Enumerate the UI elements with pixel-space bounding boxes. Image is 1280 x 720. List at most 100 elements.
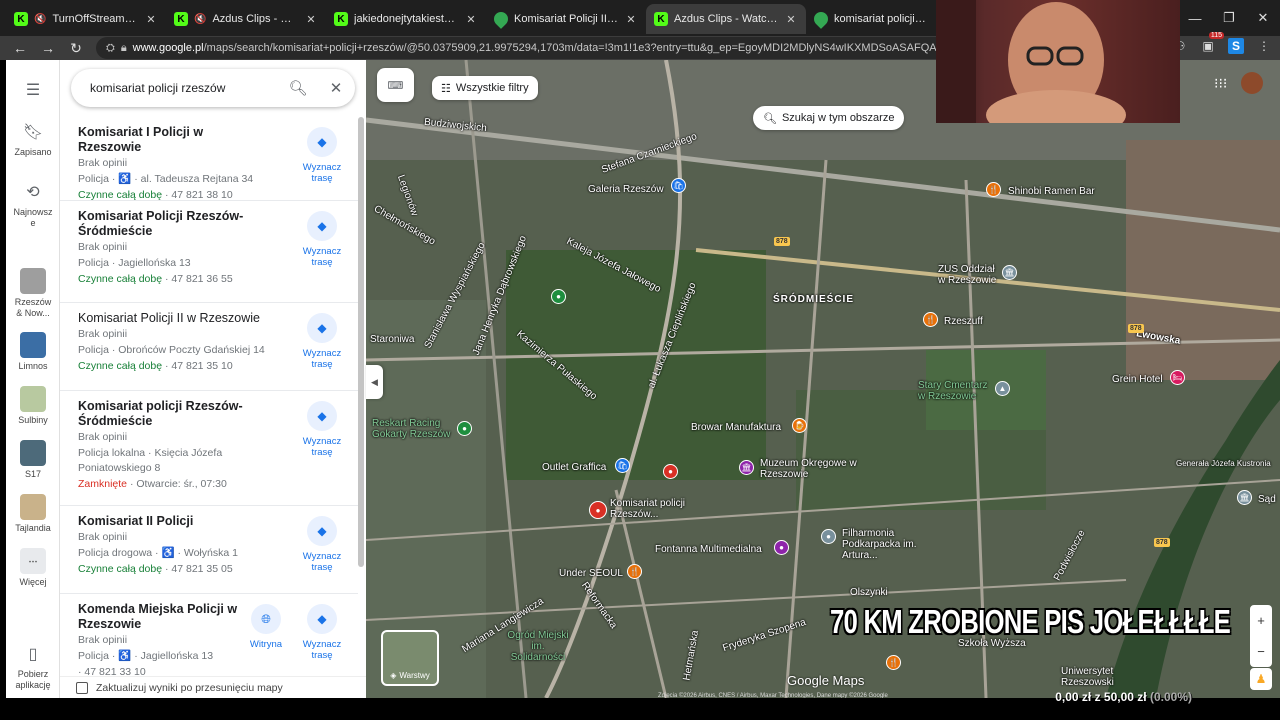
street-view-pegman-icon[interactable]: ♟ bbox=[1250, 668, 1272, 690]
place-label[interactable]: Outlet Graffica bbox=[542, 462, 606, 473]
place-label[interactable]: Komisariat policji Rzeszów... bbox=[610, 498, 690, 520]
restaurant-pin-icon[interactable]: 🍴 bbox=[886, 655, 901, 670]
government-pin-icon[interactable]: 🏛 bbox=[1237, 490, 1252, 505]
zoom-out-icon[interactable]: − bbox=[1257, 644, 1265, 659]
reload-icon[interactable]: ↻ bbox=[68, 40, 84, 57]
place-label[interactable]: Galeria Rzeszów bbox=[588, 184, 664, 195]
bar-pin-icon[interactable]: 🍺 bbox=[792, 418, 807, 433]
keyboard-shortcuts-button[interactable]: ⌨ bbox=[377, 68, 414, 102]
directions-button[interactable]: ◆ Wyznacz trasę bbox=[300, 211, 344, 268]
result-name[interactable]: Komisariat II Policji bbox=[78, 514, 248, 529]
rail-rzeszow[interactable]: Rzeszów & Now... bbox=[6, 268, 60, 319]
search-box[interactable]: komisariat policji rzeszów 🔍︎ ✕ bbox=[71, 69, 355, 107]
back-icon[interactable]: ← bbox=[12, 40, 28, 56]
results-scrollbar[interactable] bbox=[358, 117, 364, 567]
update-results-option[interactable]: Zaktualizuj wyniki po przesunięciu mapy bbox=[60, 676, 366, 698]
directions-button[interactable]: ◆ Wyznacz trasę bbox=[300, 516, 344, 573]
tab-azdus-clips-active[interactable]: K Azdus Clips - Watch Live on ✕ bbox=[646, 4, 806, 34]
close-window-icon[interactable]: ✕ bbox=[1246, 0, 1280, 36]
close-tab-icon[interactable]: ✕ bbox=[624, 13, 638, 26]
tab-turnoffstreams[interactable]: K 🔇 TurnOffStreams Stream - ✕ bbox=[6, 4, 166, 34]
shopping-pin-icon[interactable]: 🛍 bbox=[615, 458, 630, 473]
restaurant-pin-icon[interactable]: 🍴 bbox=[986, 182, 1001, 197]
tab-azdus-clips[interactable]: K 🔇 Azdus Clips - Watch Live ✕ bbox=[166, 4, 326, 34]
place-label[interactable]: Uniwersytet Rzeszowski bbox=[1061, 666, 1123, 688]
close-tab-icon[interactable]: ✕ bbox=[304, 13, 318, 26]
close-tab-icon[interactable]: ✕ bbox=[464, 13, 478, 26]
police-pin-icon[interactable]: ● bbox=[663, 464, 678, 479]
update-checkbox[interactable] bbox=[76, 681, 88, 694]
place-label[interactable]: Browar Manufaktura bbox=[691, 422, 781, 433]
avatar[interactable] bbox=[1241, 72, 1264, 94]
browser-menu-icon[interactable]: ⋮ bbox=[1256, 38, 1272, 54]
muted-icon[interactable]: 🔇 bbox=[34, 14, 46, 25]
website-button[interactable]: 🌐︎ Witryna bbox=[244, 604, 288, 650]
landmark-pin-icon[interactable]: ● bbox=[821, 529, 836, 544]
all-filters-button[interactable]: ☷ Wszystkie filtry bbox=[432, 76, 538, 100]
rail-recent[interactable]: ⟲ Najnowsze bbox=[6, 180, 60, 229]
restaurant-pin-icon[interactable]: 🍴 bbox=[627, 564, 642, 579]
attraction-pin-icon[interactable]: ● bbox=[774, 540, 789, 555]
rail-more[interactable]: ⋯ Więcej bbox=[6, 548, 60, 588]
result-item[interactable]: Komisariat II Policji Brak opinii Policj… bbox=[60, 506, 358, 594]
muted-icon[interactable]: 🔇 bbox=[194, 14, 206, 25]
result-name[interactable]: Komenda Miejska Policji w Rzeszowie bbox=[78, 602, 238, 632]
forward-icon[interactable]: → bbox=[40, 40, 56, 56]
tab-jakiedonejty[interactable]: K jakiedonejtytakiestrimyxD Str ✕ bbox=[326, 4, 486, 34]
landmark-pin-icon[interactable]: ▲ bbox=[995, 381, 1010, 396]
clear-search-icon[interactable]: ✕ bbox=[317, 79, 355, 97]
rail-get-app[interactable]: ▯ Pobierz aplikację bbox=[6, 642, 60, 691]
minimize-icon[interactable]: — bbox=[1178, 0, 1212, 36]
zoom-in-icon[interactable]: + bbox=[1257, 613, 1265, 628]
result-name[interactable]: Komisariat I Policji w Rzeszowie bbox=[78, 125, 248, 155]
place-label[interactable]: Stary Cmentarz w Rzeszowie bbox=[918, 380, 992, 402]
place-label[interactable]: Grein Hotel bbox=[1112, 374, 1163, 385]
menu-button[interactable]: ☰ bbox=[6, 78, 60, 102]
layers-button[interactable]: ◈ Warstwy bbox=[381, 630, 439, 686]
result-item[interactable]: Komisariat Policji II w Rzeszowie Brak o… bbox=[60, 303, 358, 391]
rail-sulbiny[interactable]: Sulbiny bbox=[6, 386, 60, 426]
restore-icon[interactable]: ❐ bbox=[1212, 0, 1246, 36]
place-label[interactable]: Ogród Miejski im. Solidarności bbox=[506, 630, 570, 663]
tab-komisariat-maps[interactable]: Komisariat Policji II w Rzeszow ✕ bbox=[486, 4, 646, 34]
rail-s17[interactable]: S17 bbox=[6, 440, 60, 480]
extension-s-icon[interactable]: S bbox=[1228, 38, 1244, 54]
collapse-panel-button[interactable]: ◀ bbox=[366, 365, 383, 399]
shopping-pin-icon[interactable]: 🛍 bbox=[671, 178, 686, 193]
rail-limnos[interactable]: Limnos bbox=[6, 332, 60, 372]
apps-grid-icon[interactable]: ⁝⁝⁝ bbox=[1214, 75, 1227, 92]
place-label[interactable]: Reskart Racing Gokarty Rzeszów bbox=[372, 418, 456, 440]
park-pin-icon[interactable]: ● bbox=[551, 289, 566, 304]
place-label[interactable]: Under SEOUL bbox=[559, 568, 623, 579]
result-name[interactable]: Komisariat policji Rzeszów-Śródmieście bbox=[78, 399, 248, 429]
place-label[interactable]: Shinobi Ramen Bar bbox=[1008, 186, 1095, 197]
result-item[interactable]: Komisariat Policji Rzeszów-Śródmieście B… bbox=[60, 201, 358, 303]
directions-button[interactable]: ◆ Wyznacz trasę bbox=[300, 401, 344, 458]
place-label[interactable]: Sąd bbox=[1258, 494, 1276, 505]
place-label[interactable]: Fontanna Multimedialna bbox=[655, 544, 762, 555]
restaurant-pin-icon[interactable]: 🍴 bbox=[923, 312, 938, 327]
result-name[interactable]: Komisariat Policji Rzeszów-Śródmieście bbox=[78, 209, 248, 239]
selected-police-pin-icon[interactable]: ● bbox=[589, 501, 607, 519]
close-tab-icon[interactable]: ✕ bbox=[784, 13, 798, 26]
close-tab-icon[interactable]: ✕ bbox=[144, 13, 158, 26]
place-label[interactable]: ZUS Oddział w Rzeszowie bbox=[938, 264, 1000, 286]
place-label[interactable]: Muzeum Okręgowe w Rzeszowie bbox=[760, 458, 860, 480]
result-item[interactable]: Komenda Miejska Policji w Rzeszowie Brak… bbox=[60, 594, 358, 682]
rail-tajlandia[interactable]: Tajlandia bbox=[6, 494, 60, 534]
hotel-pin-icon[interactable]: 🛏 bbox=[1170, 370, 1185, 385]
search-input[interactable]: komisariat policji rzeszów bbox=[90, 81, 279, 95]
place-label[interactable]: Filharmonia Podkarpacka im. Artura... bbox=[842, 528, 942, 561]
result-item[interactable]: Komisariat policji Rzeszów-Śródmieście B… bbox=[60, 391, 358, 506]
directions-button[interactable]: ◆ Wyznacz trasę bbox=[300, 127, 344, 184]
search-this-area-button[interactable]: 🔍︎ Szukaj w tym obszarze bbox=[753, 106, 905, 130]
rail-saved[interactable]: 🔖︎ Zapisano bbox=[6, 120, 60, 158]
result-name[interactable]: Komisariat Policji II w Rzeszowie bbox=[78, 311, 268, 326]
directions-button[interactable]: ◆ Wyznacz trasę bbox=[300, 313, 344, 370]
government-pin-icon[interactable]: 🏛 bbox=[1002, 265, 1017, 280]
place-label[interactable]: Rzeszuff bbox=[944, 316, 983, 327]
park-pin-icon[interactable]: ● bbox=[457, 421, 472, 436]
search-icon[interactable]: 🔍︎ bbox=[279, 79, 317, 97]
museum-pin-icon[interactable]: 🏛 bbox=[739, 460, 754, 475]
extension-badge-icon[interactable]: ▣ 115 bbox=[1200, 32, 1224, 54]
